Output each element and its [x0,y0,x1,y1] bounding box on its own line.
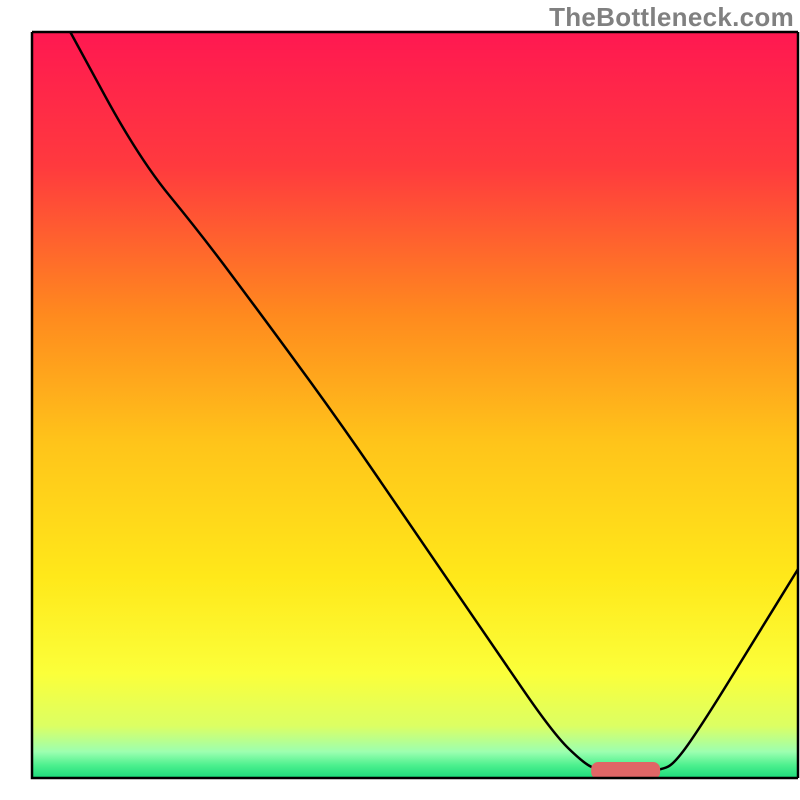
bottleneck-chart [0,0,800,800]
chart-container: TheBottleneck.com [0,0,800,800]
optimal-range-marker [591,762,660,779]
watermark-text: TheBottleneck.com [549,2,794,33]
plot-background-gradient [32,32,798,778]
